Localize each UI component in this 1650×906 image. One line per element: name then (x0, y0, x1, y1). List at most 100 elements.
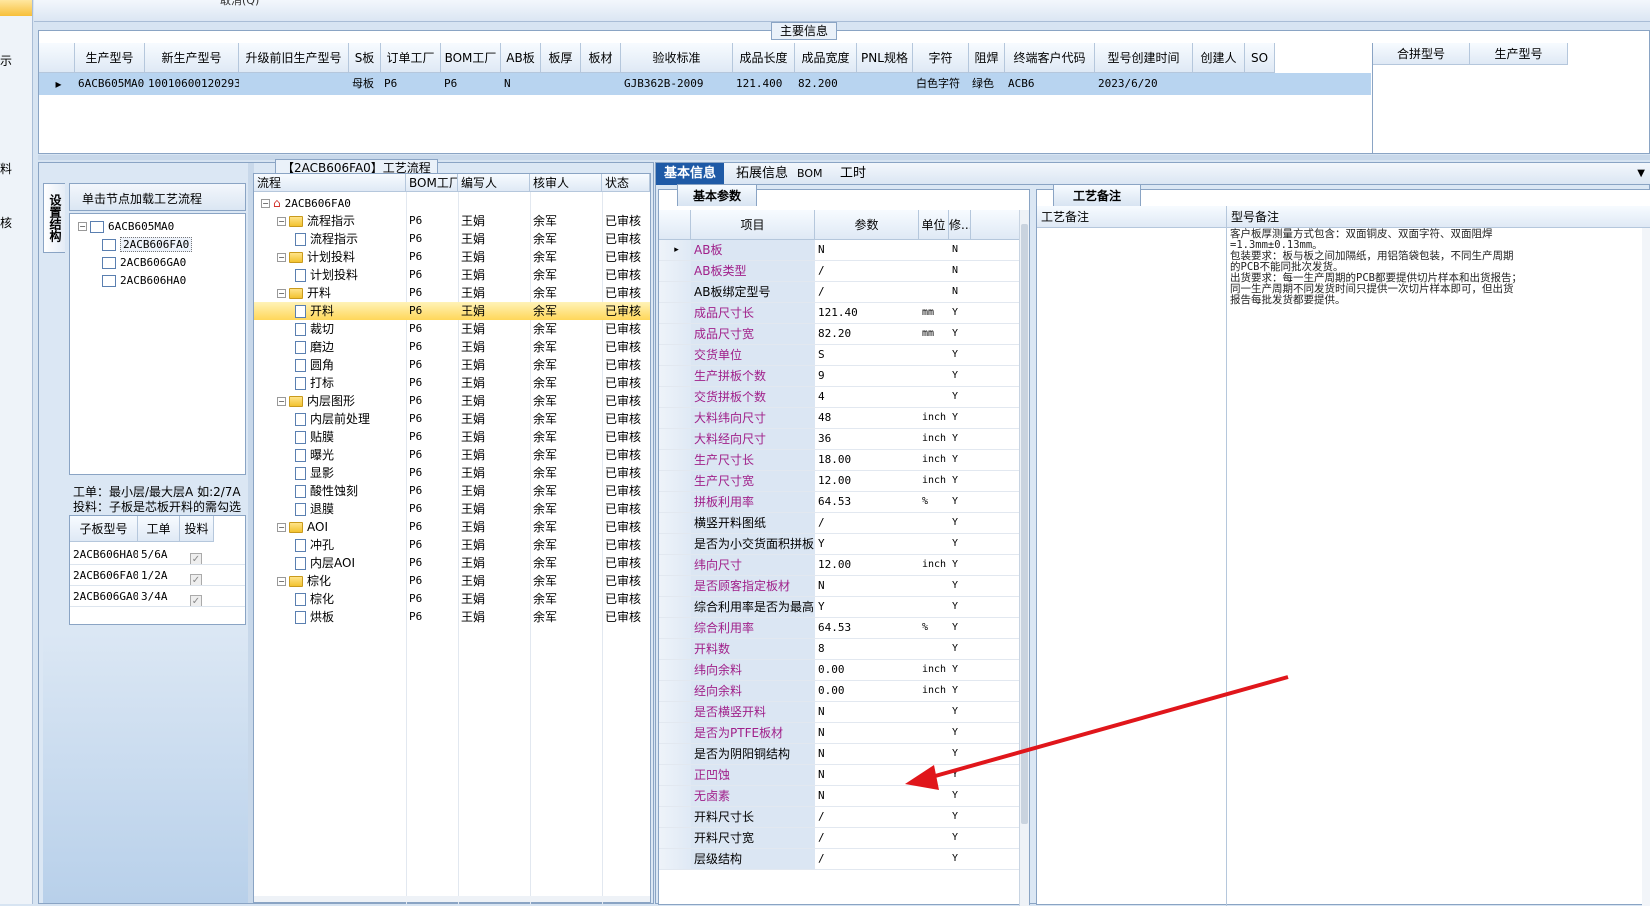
flow-column-header[interactable]: BOM工厂 (406, 174, 458, 192)
param-value-cell[interactable]: 12.00 (815, 471, 919, 491)
sub-grid-header[interactable]: 工单 (138, 516, 180, 542)
params-column-header[interactable]: 参数 (815, 210, 919, 240)
table-row[interactable]: 2ACB606HA0 5/6A ✓ (70, 544, 245, 565)
row-indicator[interactable]: ▸ (659, 240, 691, 260)
params-row[interactable]: 无卤素 N Y (659, 786, 1021, 807)
row-indicator[interactable] (659, 765, 691, 785)
param-value-cell[interactable]: 0.00 (815, 660, 919, 680)
feed-checkbox[interactable]: ✓ (190, 553, 202, 564)
main-info-column-header[interactable]: 订单工厂 (381, 43, 441, 73)
param-value-cell[interactable]: 8 (815, 639, 919, 659)
params-row[interactable]: 大料经向尺寸 36 inch Y (659, 429, 1021, 450)
params-column-header[interactable]: 项目 (691, 210, 815, 240)
params-row[interactable]: 纬向余料 0.00 inch Y (659, 660, 1021, 681)
flow-row[interactable]: 内层前处理 P6 王娟 余军 已审核 (254, 410, 650, 428)
flow-row[interactable]: − 流程指示 P6 王娟 余军 已审核 (254, 212, 650, 230)
flow-row[interactable]: 曝光 P6 王娟 余军 已审核 (254, 446, 650, 464)
collapse-icon[interactable]: − (277, 217, 286, 226)
basic-params-tab[interactable]: 基本参数 (677, 184, 757, 206)
flow-row[interactable]: − 内层图形 P6 王娟 余军 已审核 (254, 392, 650, 410)
flow-row[interactable]: − 计划投料 P6 王娟 余军 已审核 (254, 248, 650, 266)
param-value-cell[interactable]: 4 (815, 387, 919, 407)
param-value-cell[interactable]: N (815, 240, 919, 260)
params-row[interactable]: 横竖开料图纸 / Y (659, 513, 1021, 534)
flow-column-header[interactable]: 编写人 (458, 174, 530, 192)
param-value-cell[interactable]: / (815, 828, 919, 848)
main-info-column-header[interactable]: AB板 (501, 43, 541, 73)
row-indicator[interactable]: ▸ (39, 73, 75, 95)
param-value-cell[interactable]: / (815, 261, 919, 281)
main-info-column-header[interactable]: 字符 (913, 43, 969, 73)
row-indicator[interactable] (659, 534, 691, 554)
row-indicator[interactable] (659, 408, 691, 428)
row-indicator[interactable] (659, 261, 691, 281)
param-value-cell[interactable]: 0.00 (815, 681, 919, 701)
param-value-cell[interactable]: 82.20 (815, 324, 919, 344)
collapse-icon[interactable]: − (277, 577, 286, 586)
flow-row[interactable]: 内层AOI P6 王娟 余军 已审核 (254, 554, 650, 572)
param-value-cell[interactable]: N (815, 744, 919, 764)
params-row[interactable]: 是否为阴阳铜结构 N Y (659, 744, 1021, 765)
flow-row[interactable]: 圆角 P6 王娟 余军 已审核 (254, 356, 650, 374)
notes-scrollbar[interactable] (1642, 228, 1650, 906)
param-value-cell[interactable]: N (815, 786, 919, 806)
main-info-column-header[interactable]: 验收标准 (621, 43, 733, 73)
params-row[interactable]: 是否为小交货面积拼板 Y Y (659, 534, 1021, 555)
tree-node[interactable]: − 6ACB605MA0 (78, 218, 174, 235)
table-row[interactable]: 2ACB606FA0 1/2A ✓ (70, 565, 245, 586)
row-indicator[interactable] (659, 450, 691, 470)
collapse-icon[interactable]: − (277, 523, 286, 532)
param-value-cell[interactable]: 36 (815, 429, 919, 449)
main-info-column-header[interactable]: 板厚 (541, 43, 581, 73)
params-row[interactable]: 经向余料 0.00 inch Y (659, 681, 1021, 702)
main-info-column-header[interactable]: 成品宽度 (795, 43, 857, 73)
main-info-column-header[interactable]: 创建人 (1193, 43, 1245, 73)
tab-basic-info[interactable]: 基本信息 (656, 163, 725, 185)
collapse-icon[interactable]: − (78, 222, 87, 231)
param-value-cell[interactable]: N (815, 576, 919, 596)
sub-order-cell[interactable]: 5/6A (138, 544, 180, 564)
tab-extended-info[interactable]: 拓展信息 (728, 163, 796, 185)
main-info-column-header[interactable]: 终端客户代码 (1005, 43, 1095, 73)
params-row[interactable]: 综合利用率 64.53% Y (659, 618, 1021, 639)
params-row[interactable]: AB板绑定型号 / N (659, 282, 1021, 303)
param-value-cell[interactable]: Y (815, 597, 919, 617)
left-strip-item[interactable]: 示 (0, 52, 12, 69)
param-value-cell[interactable]: N (815, 702, 919, 722)
param-value-cell[interactable]: / (815, 849, 919, 869)
flow-row[interactable]: 裁切 P6 王娟 余军 已审核 (254, 320, 650, 338)
row-indicator[interactable] (659, 849, 691, 869)
sub-order-cell[interactable]: 1/2A (138, 565, 180, 585)
flow-row[interactable]: − AOI P6 王娟 余军 已审核 (254, 518, 650, 536)
row-indicator[interactable] (659, 639, 691, 659)
row-indicator[interactable] (659, 744, 691, 764)
row-indicator[interactable] (659, 282, 691, 302)
flow-hscroll[interactable] (254, 896, 650, 902)
row-indicator[interactable] (659, 303, 691, 323)
param-value-cell[interactable]: 64.53 (815, 492, 919, 512)
main-info-column-header[interactable]: 新生产型号 (145, 43, 239, 73)
params-row[interactable]: 交货单位 S Y (659, 345, 1021, 366)
row-indicator[interactable] (659, 702, 691, 722)
main-info-column-header[interactable]: 成品长度 (733, 43, 795, 73)
flow-root-row[interactable]: − ⌂ 2ACB606FA0 (254, 194, 650, 212)
flow-row[interactable]: 开料 P6 王娟 余军 已审核 (254, 302, 650, 320)
flow-row[interactable]: 棕化 P6 王娟 余军 已审核 (254, 590, 650, 608)
params-row[interactable]: 大料纬向尺寸 48 inch Y (659, 408, 1021, 429)
flow-row[interactable]: 酸性蚀刻 P6 王娟 余军 已审核 (254, 482, 650, 500)
row-indicator[interactable] (659, 576, 691, 596)
main-info-column-header[interactable]: PNL规格 (857, 43, 913, 73)
left-strip-active[interactable] (0, 0, 32, 16)
params-row[interactable]: 成品尺寸长 121.40 mm Y (659, 303, 1021, 324)
tab-work-hours[interactable]: 工时 (832, 163, 874, 185)
model-notes-header[interactable]: 型号备注 (1227, 206, 1650, 228)
craft-notes-column[interactable] (1037, 228, 1227, 906)
collapse-icon[interactable]: − (277, 253, 286, 262)
param-value-cell[interactable]: 48 (815, 408, 919, 428)
params-row[interactable]: 是否横竖开料 N Y (659, 702, 1021, 723)
left-strip-item[interactable]: 核 (0, 214, 12, 231)
main-info-column-header[interactable]: S板 (349, 43, 381, 73)
tab-bom[interactable]: BOM (789, 163, 831, 185)
tree-node[interactable]: 2ACB606HA0 (102, 272, 186, 289)
merge-model-header[interactable]: 合拼型号 (1373, 43, 1470, 65)
